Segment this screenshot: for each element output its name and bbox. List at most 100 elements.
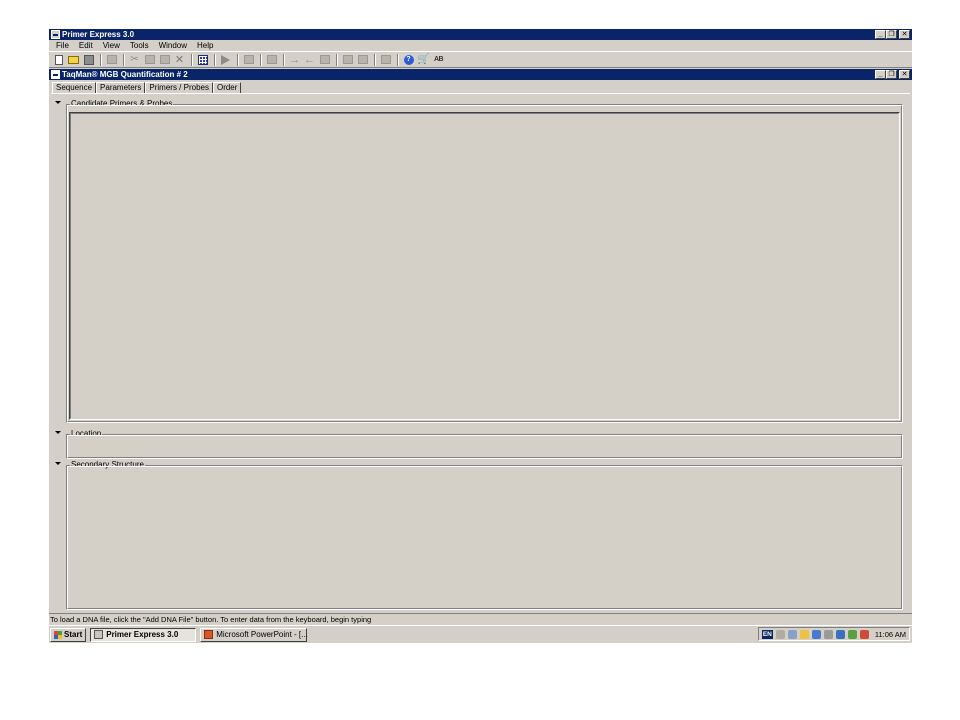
candidate-primers-list[interactable] bbox=[69, 112, 900, 420]
candidate-primers-panel: Candidate Primers & Probes bbox=[66, 99, 903, 423]
export-button[interactable] bbox=[341, 54, 354, 66]
primer-express-icon bbox=[94, 630, 104, 639]
secondary-structure-panel: Secondary Structure bbox=[66, 460, 903, 610]
collapse-secondary-structure-icon[interactable] bbox=[55, 462, 61, 465]
spell-check-icon: AB bbox=[433, 56, 444, 63]
minimize-button[interactable]: _ bbox=[875, 30, 886, 39]
toolbar-separator bbox=[374, 53, 376, 66]
close-button[interactable]: ✕ bbox=[899, 30, 910, 39]
menu-tools[interactable]: Tools bbox=[125, 41, 154, 50]
tray-alert-icon[interactable] bbox=[859, 629, 869, 639]
tray-folder-icon[interactable] bbox=[799, 629, 809, 639]
system-tray: EN 11:06 AM bbox=[757, 627, 910, 641]
menu-bar: File Edit View Tools Window Help bbox=[49, 40, 912, 51]
tab-strip: Sequence Parameters Primers / Probes Ord… bbox=[52, 81, 242, 94]
toolbar-separator bbox=[397, 53, 399, 66]
menu-help[interactable]: Help bbox=[192, 41, 218, 50]
cut-button[interactable]: ✂ bbox=[128, 54, 141, 66]
taskbar-powerpoint[interactable]: Microsoft PowerPoint - [... bbox=[200, 627, 308, 642]
back-arrow-icon: ← bbox=[304, 53, 315, 66]
taskbar-primer-express-label: Primer Express 3.0 bbox=[106, 630, 179, 639]
status-bar: To load a DNA file, click the "Add DNA F… bbox=[49, 613, 912, 624]
delete-button[interactable]: ✕ bbox=[173, 54, 186, 66]
document-window: TaqMan® MGB Quantification # 2 _ ❐ ✕ Seq… bbox=[49, 69, 912, 613]
back-button[interactable]: ← bbox=[303, 54, 316, 66]
menu-window[interactable]: Window bbox=[154, 41, 192, 50]
toolbar-separator bbox=[336, 53, 338, 66]
tray-display-icon[interactable] bbox=[835, 629, 845, 639]
app-title: Primer Express 3.0 bbox=[62, 30, 135, 39]
tab-order[interactable]: Order bbox=[212, 82, 242, 93]
start-button[interactable]: Start bbox=[50, 627, 87, 642]
paste-button[interactable] bbox=[158, 54, 171, 66]
tab-parameters[interactable]: Parameters bbox=[96, 82, 146, 93]
restore-button[interactable]: ❐ bbox=[886, 30, 897, 39]
tray-settings-icon[interactable] bbox=[823, 629, 833, 639]
toolbar-separator bbox=[237, 53, 239, 66]
print-button[interactable] bbox=[105, 54, 118, 66]
tray-security-icon[interactable] bbox=[847, 629, 857, 639]
tab-content: Candidate Primers & Probes Location Seco… bbox=[51, 93, 910, 613]
new-document-icon bbox=[54, 54, 63, 65]
document-button[interactable] bbox=[242, 54, 255, 66]
stamp-button[interactable] bbox=[356, 54, 369, 66]
shopping-cart-icon: 🛒 bbox=[417, 53, 430, 65]
app-window-controls: _ ❐ ✕ bbox=[875, 30, 910, 39]
doc-close-button[interactable]: ✕ bbox=[899, 70, 910, 79]
spell-check-button[interactable]: AB bbox=[432, 54, 445, 66]
open-button[interactable] bbox=[67, 54, 80, 66]
app-title-bar[interactable]: Primer Express 3.0 _ ❐ ✕ bbox=[49, 29, 912, 40]
doc-restore-button[interactable]: ❐ bbox=[886, 70, 897, 79]
toolbar-separator bbox=[123, 53, 125, 66]
report-button[interactable] bbox=[265, 54, 278, 66]
forward-arrow-icon: → bbox=[289, 53, 300, 66]
grid-button[interactable] bbox=[196, 54, 209, 66]
export-icon bbox=[342, 55, 353, 64]
document-title-bar[interactable]: TaqMan® MGB Quantification # 2 _ ❐ ✕ bbox=[49, 69, 912, 80]
clock[interactable]: 11:06 AM bbox=[875, 630, 906, 639]
cut-icon: ✂ bbox=[130, 53, 139, 65]
tab-sequence[interactable]: Sequence bbox=[52, 82, 97, 93]
run-icon bbox=[221, 54, 230, 65]
help-button[interactable]: ? bbox=[402, 54, 415, 66]
order-cart-button[interactable]: 🛒 bbox=[417, 54, 430, 66]
document-icon bbox=[243, 55, 254, 64]
collapse-location-icon[interactable] bbox=[55, 431, 61, 434]
table-button[interactable] bbox=[379, 54, 392, 66]
list-button[interactable] bbox=[318, 54, 331, 66]
secondary-structure-label: Secondary Structure bbox=[70, 460, 145, 470]
location-panel: Location bbox=[66, 429, 903, 459]
print-icon bbox=[106, 55, 117, 64]
grid-view-icon bbox=[197, 54, 208, 65]
doc-minimize-button[interactable]: _ bbox=[875, 70, 886, 79]
report-icon bbox=[266, 55, 277, 64]
desktop-screen: Primer Express 3.0 _ ❐ ✕ File Edit View … bbox=[49, 29, 912, 643]
menu-edit[interactable]: Edit bbox=[74, 41, 98, 50]
app-icon[interactable] bbox=[51, 30, 60, 39]
collapse-candidates-icon[interactable] bbox=[55, 101, 61, 104]
forward-button[interactable]: → bbox=[288, 54, 301, 66]
candidate-primers-label: Candidate Primers & Probes bbox=[70, 99, 174, 109]
document-icon[interactable] bbox=[51, 70, 60, 79]
stamp-icon bbox=[357, 55, 368, 64]
monitor-icon[interactable] bbox=[787, 629, 797, 639]
save-icon bbox=[83, 54, 94, 65]
menu-view[interactable]: View bbox=[98, 41, 125, 50]
list-icon bbox=[319, 55, 330, 64]
save-button[interactable] bbox=[82, 54, 95, 66]
taskbar-primer-express[interactable]: Primer Express 3.0 bbox=[90, 627, 197, 642]
run-button[interactable] bbox=[219, 54, 232, 66]
open-folder-icon bbox=[68, 55, 79, 64]
powerpoint-icon bbox=[204, 630, 214, 639]
network-icon[interactable] bbox=[775, 629, 785, 639]
toolbar-separator bbox=[214, 53, 216, 66]
tray-app-icon[interactable] bbox=[811, 629, 821, 639]
toolbar-separator bbox=[191, 53, 193, 66]
table-icon bbox=[380, 55, 391, 64]
language-indicator[interactable]: EN bbox=[761, 629, 773, 639]
new-button[interactable] bbox=[52, 54, 65, 66]
menu-file[interactable]: File bbox=[51, 41, 74, 50]
toolbar-separator bbox=[100, 53, 102, 66]
copy-button[interactable] bbox=[143, 54, 156, 66]
copy-icon bbox=[144, 55, 155, 64]
